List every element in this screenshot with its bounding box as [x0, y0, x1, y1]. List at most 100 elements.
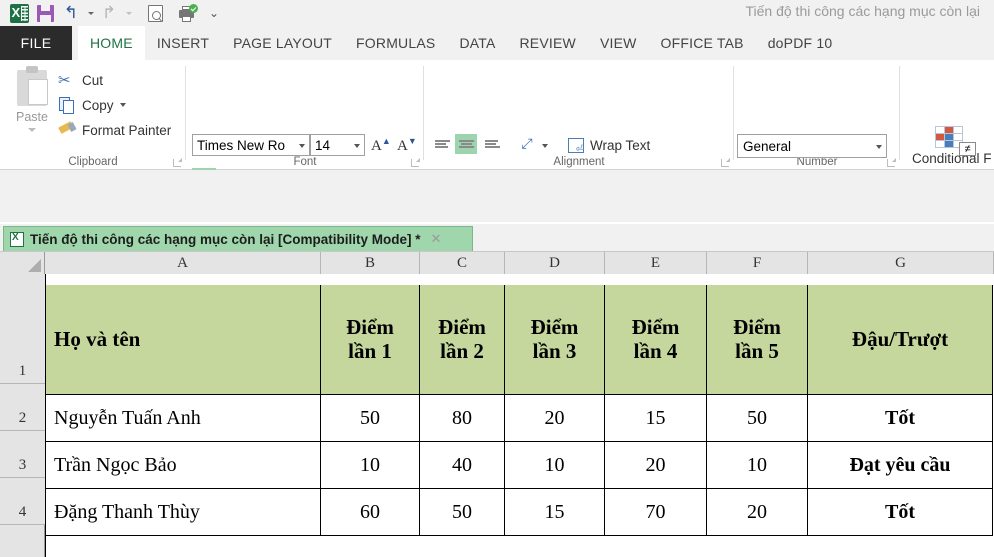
tab-home[interactable]: HOME: [78, 26, 145, 60]
cell-C3[interactable]: 40: [420, 442, 505, 489]
cell-D1-line1: Điểm: [531, 316, 579, 340]
align-middle-icon: [459, 138, 474, 149]
format-painter-button[interactable]: Format Painter: [58, 118, 171, 142]
cell-F1[interactable]: Điểm lần 5: [707, 285, 808, 395]
orientation-dropdown-icon[interactable]: [538, 134, 552, 158]
cell-A3[interactable]: Trần Ngọc Bảo: [46, 442, 321, 489]
cell-D2[interactable]: 20: [505, 395, 605, 442]
cell-A2[interactable]: Nguyễn Tuấn Anh: [46, 395, 321, 442]
cut-label: Cut: [82, 73, 103, 88]
column-header-a[interactable]: A: [45, 252, 321, 274]
clipboard-group-label: Clipboard: [0, 156, 186, 168]
cell-B4[interactable]: 60: [321, 489, 420, 536]
select-all-button[interactable]: [0, 252, 45, 274]
tab-data[interactable]: DATA: [447, 26, 507, 60]
quick-print-icon[interactable]: [174, 1, 200, 25]
copy-icon: [58, 96, 76, 114]
tab-page-layout[interactable]: PAGE LAYOUT: [221, 26, 344, 60]
cell-E1-line1: Điểm: [632, 316, 680, 340]
tab-insert[interactable]: INSERT: [145, 26, 221, 60]
font-name-dropdown-icon[interactable]: [299, 144, 305, 148]
tab-formulas[interactable]: FORMULAS: [344, 26, 447, 60]
font-dialog-launcher-icon[interactable]: [411, 158, 420, 167]
number-format-select[interactable]: General: [737, 134, 887, 158]
format-painter-label: Format Painter: [82, 123, 171, 138]
tab-file[interactable]: FILE: [0, 26, 72, 60]
title-bar: ↰ ↱ ⌄ Tiến độ thi công các hạng mục còn …: [0, 0, 994, 26]
column-header-d[interactable]: D: [505, 252, 605, 274]
cell-B2[interactable]: 50: [321, 395, 420, 442]
copy-button[interactable]: Copy: [58, 93, 126, 117]
font-size-dropdown-icon[interactable]: [354, 144, 360, 148]
number-dialog-launcher-icon[interactable]: [887, 158, 896, 167]
cell-G1[interactable]: Đậu/Trượt: [808, 285, 993, 395]
undo-dropdown-icon[interactable]: [84, 1, 96, 25]
paste-label: Paste: [16, 110, 48, 124]
cell-F2[interactable]: 50: [707, 395, 808, 442]
cell-D1[interactable]: Điểm lần 3: [505, 285, 605, 395]
cell-B1[interactable]: Điểm lần 1: [321, 285, 420, 395]
row-header-4[interactable]: 4: [0, 478, 45, 525]
column-header-g[interactable]: G: [808, 252, 994, 274]
cell-E4[interactable]: 70: [605, 489, 707, 536]
cut-button[interactable]: ✂ Cut: [58, 68, 103, 92]
office-tab-workbook[interactable]: Tiến độ thi công các hạng mục còn lại [C…: [3, 226, 473, 251]
wrap-text-button[interactable]: Wrap Text: [568, 134, 650, 156]
cell-D4[interactable]: 15: [505, 489, 605, 536]
cell-C1[interactable]: Điểm lần 2: [420, 285, 505, 395]
customize-qat-icon[interactable]: ⌄: [206, 1, 222, 25]
cell-G4[interactable]: Tốt: [808, 489, 993, 536]
row-header-2[interactable]: 2: [0, 384, 45, 431]
increase-font-size-label: A: [371, 138, 382, 154]
tab-office-tab[interactable]: OFFICE TAB: [649, 26, 756, 60]
copy-dropdown-icon[interactable]: [120, 103, 126, 107]
decrease-font-size-button[interactable]: A▼: [397, 136, 417, 155]
align-middle-button[interactable]: [455, 134, 477, 154]
tab-review[interactable]: REVIEW: [508, 26, 588, 60]
cell-F3[interactable]: 10: [707, 442, 808, 489]
cell-D3[interactable]: 10: [505, 442, 605, 489]
column-header-c[interactable]: C: [420, 252, 505, 274]
worksheet-grid: A B C D E F G 1 2 3 4 Họ và tên Điểm lần…: [0, 252, 994, 557]
cell-B3[interactable]: 10: [321, 442, 420, 489]
cell-G2[interactable]: Tốt: [808, 395, 993, 442]
ribbon-group-clipboard: Paste ✂ Cut Copy Format Painter Clipboar…: [0, 60, 186, 170]
cell-A4[interactable]: Đặng Thanh Thùy: [46, 489, 321, 536]
cell-E1[interactable]: Điểm lần 4: [605, 285, 707, 395]
ribbon: Paste ✂ Cut Copy Format Painter Clipboar…: [0, 60, 994, 170]
undo-icon[interactable]: ↰: [58, 1, 84, 25]
font-name-input[interactable]: Times New Ro: [192, 134, 310, 156]
cell-F4[interactable]: 20: [707, 489, 808, 536]
cell-E2[interactable]: 15: [605, 395, 707, 442]
orientation-button[interactable]: ⤢: [516, 134, 538, 154]
tab-view[interactable]: VIEW: [588, 26, 649, 60]
cell-G3[interactable]: Đạt yêu cầu: [808, 442, 993, 489]
cell-F1-line2: lần 5: [735, 340, 779, 364]
row-header-1[interactable]: 1: [0, 274, 45, 384]
cell-A1[interactable]: Họ và tên: [46, 285, 321, 395]
row-header-3[interactable]: 3: [0, 431, 45, 478]
column-header-e[interactable]: E: [605, 252, 707, 274]
increase-font-size-button[interactable]: A▲: [371, 136, 391, 155]
column-header-b[interactable]: B: [321, 252, 420, 274]
align-bottom-button[interactable]: [481, 134, 503, 154]
workbook-icon: [10, 232, 24, 247]
formula-bar-area: G2 ⋮ ✕ ✓ fx =IF(SUM(B2:F2)>=120;"Tốt";IF…: [0, 170, 994, 222]
number-format-dropdown-icon[interactable]: [876, 145, 882, 149]
tab-dopdf[interactable]: doPDF 10: [756, 26, 845, 60]
cell-E3[interactable]: 20: [605, 442, 707, 489]
redo-dropdown-icon[interactable]: [122, 1, 134, 25]
cell-C2[interactable]: 80: [420, 395, 505, 442]
align-top-button[interactable]: [431, 134, 453, 154]
paste-dropdown-icon[interactable]: [28, 128, 36, 132]
paste-button[interactable]: Paste: [8, 66, 56, 144]
print-preview-icon[interactable]: [142, 1, 168, 25]
save-icon[interactable]: [32, 1, 58, 25]
cell-C4[interactable]: 50: [420, 489, 505, 536]
column-header-f[interactable]: F: [707, 252, 808, 274]
clipboard-dialog-launcher-icon[interactable]: [173, 158, 182, 167]
font-size-input[interactable]: 14: [310, 134, 365, 156]
alignment-dialog-launcher-icon[interactable]: [721, 158, 730, 167]
close-icon[interactable]: ✕: [431, 231, 442, 247]
redo-icon[interactable]: ↱: [96, 1, 122, 25]
